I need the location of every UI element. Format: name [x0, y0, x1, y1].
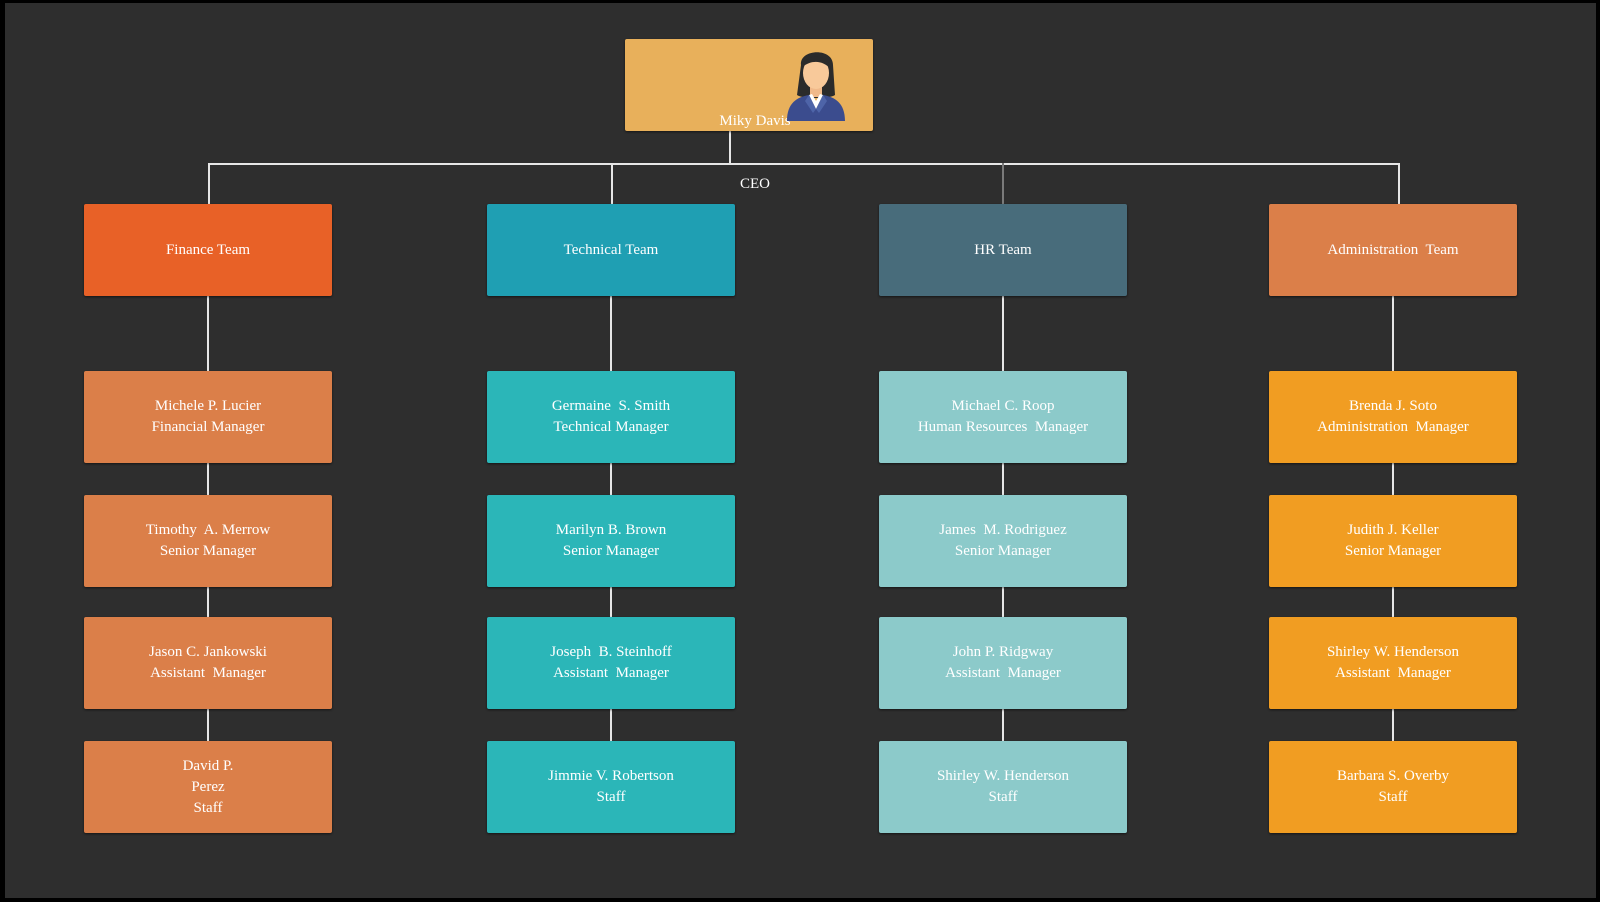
member-title: Assistant Manager	[553, 665, 669, 681]
member-name: Marilyn B. Brown	[555, 522, 667, 538]
member-name: Jason C. Jankowski	[149, 644, 267, 660]
connector-admin-3	[1392, 707, 1394, 743]
member-name: John P. Ridgway	[952, 644, 1054, 660]
connector-technical-team	[611, 163, 613, 204]
member-name: Shirley W. Henderson	[1326, 644, 1460, 660]
member-name: Michael C. Roop	[951, 398, 1055, 414]
connector-finance-3	[207, 707, 209, 743]
member-name: Brenda J. Soto	[1349, 398, 1437, 414]
member-name: Shirley W. Henderson	[936, 768, 1070, 784]
member-title: Senior Manager	[954, 543, 1052, 559]
connector-technical-2	[610, 585, 612, 619]
member-node-technical[interactable]: Marilyn B. Brown Senior Manager	[487, 495, 735, 587]
connector-technical-0	[610, 294, 612, 373]
team-name: Finance Team	[165, 241, 251, 258]
connector-admin-team	[1398, 163, 1400, 204]
member-name: Timothy A. Merrow	[145, 522, 271, 538]
connector-hr-1	[1002, 461, 1004, 497]
member-node-admin[interactable]: Shirley W. Henderson Assistant Manager	[1269, 617, 1517, 709]
member-node-finance[interactable]: Michele P. Lucier Financial Manager	[84, 371, 332, 463]
connector-hr-2	[1002, 585, 1004, 619]
member-title: Assistant Manager	[945, 665, 1061, 681]
member-title: Human Resources Manager	[917, 419, 1089, 435]
team-name: Technical Team	[563, 241, 659, 258]
member-title: Technical Manager	[553, 419, 669, 435]
member-name: Germaine S. Smith	[551, 398, 671, 414]
team-node-technical[interactable]: Technical Team	[487, 204, 735, 296]
team-node-admin[interactable]: Administration Team	[1269, 204, 1517, 296]
member-node-finance[interactable]: David P. Perez Staff	[84, 741, 332, 833]
member-node-finance[interactable]: Timothy A. Merrow Senior Manager	[84, 495, 332, 587]
member-title: Staff	[1378, 789, 1408, 805]
member-node-admin[interactable]: Brenda J. Soto Administration Manager	[1269, 371, 1517, 463]
connector-hr-team	[1002, 163, 1004, 204]
org-chart-canvas: Miky Davis CEO Finance Team Michele P. Lu…	[5, 3, 1596, 898]
member-node-hr[interactable]: Michael C. Roop Human Resources Manager	[879, 371, 1127, 463]
member-node-admin[interactable]: Barbara S. Overby Staff	[1269, 741, 1517, 833]
connector-technical-1	[610, 461, 612, 497]
team-node-finance[interactable]: Finance Team	[84, 204, 332, 296]
member-node-technical[interactable]: Germaine S. Smith Technical Manager	[487, 371, 735, 463]
member-name: James M. Rodriguez	[939, 522, 1067, 538]
member-title: Staff	[193, 799, 223, 816]
member-node-finance[interactable]: Jason C. Jankowski Assistant Manager	[84, 617, 332, 709]
member-name: Joseph B. Steinhoff	[550, 644, 672, 660]
member-title: Senior Manager	[562, 543, 660, 559]
member-name: Barbara S. Overby	[1336, 768, 1450, 784]
connector-finance-1	[207, 461, 209, 497]
connector-finance-2	[207, 585, 209, 619]
member-node-hr[interactable]: John P. Ridgway Assistant Manager	[879, 617, 1127, 709]
connector-admin-1	[1392, 461, 1394, 497]
member-node-technical[interactable]: Joseph B. Steinhoff Assistant Manager	[487, 617, 735, 709]
connector-admin-2	[1392, 585, 1394, 619]
member-title: Assistant Manager	[150, 665, 266, 681]
member-name: Judith J. Keller	[1347, 522, 1439, 538]
member-title: Senior Manager	[1344, 543, 1442, 559]
ceo-node[interactable]: Miky Davis CEO	[625, 39, 873, 192]
member-node-hr[interactable]: James M. Rodriguez Senior Manager	[879, 495, 1127, 587]
member-name: David P. Perez	[182, 757, 234, 795]
member-node-admin[interactable]: Judith J. Keller Senior Manager	[1269, 495, 1517, 587]
member-node-hr[interactable]: Shirley W. Henderson Staff	[879, 741, 1127, 833]
team-name: HR Team	[974, 241, 1032, 258]
member-title: Administration Manager	[1317, 419, 1469, 435]
female-executive-avatar-icon	[787, 52, 845, 121]
member-title: Assistant Manager	[1335, 665, 1451, 681]
connector-finance-team	[208, 163, 210, 204]
member-title: Staff	[988, 789, 1018, 805]
member-node-technical[interactable]: Jimmie V. Robertson Staff	[487, 741, 735, 833]
connector-hr-3	[1002, 707, 1004, 743]
ceo-title: CEO	[740, 176, 770, 192]
connector-technical-3	[610, 707, 612, 743]
connector-admin-0	[1392, 294, 1394, 373]
member-title: Financial Manager	[151, 419, 265, 435]
connector-finance-0	[207, 294, 209, 373]
team-node-hr[interactable]: HR Team	[879, 204, 1127, 296]
member-title: Staff	[596, 789, 626, 805]
team-name: Administration Team	[1327, 241, 1459, 258]
member-name: Jimmie V. Robertson	[548, 768, 674, 784]
member-title: Senior Manager	[159, 543, 257, 559]
member-name: Michele P. Lucier	[154, 398, 262, 414]
connector-hr-0	[1002, 294, 1004, 373]
